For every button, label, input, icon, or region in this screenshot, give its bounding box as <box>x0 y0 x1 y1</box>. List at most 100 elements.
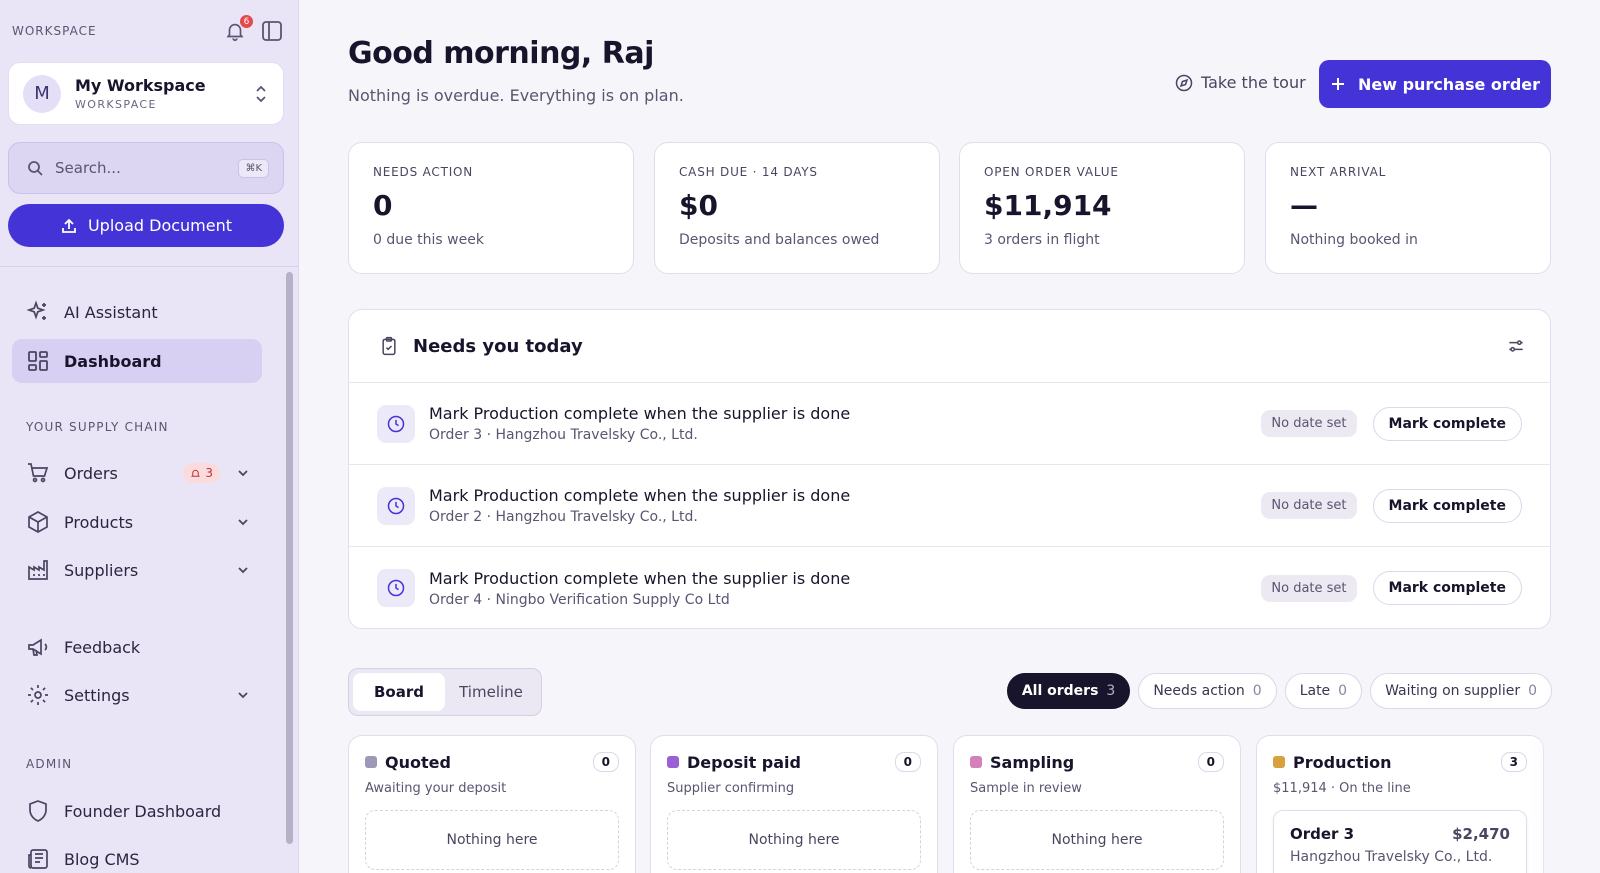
sidebar-top-bar: WORKSPACE 6 <box>12 14 284 44</box>
needs-you-today-panel: Needs you today Mark Production complete… <box>348 309 1551 629</box>
search-shortcut: ⌘K <box>238 158 269 178</box>
compass-icon <box>1175 74 1201 92</box>
upload-icon <box>60 217 78 235</box>
shield-icon <box>26 799 50 823</box>
mark-complete-button[interactable]: Mark complete <box>1372 571 1522 605</box>
board-column-deposit-paid: Deposit paid 0 Supplier confirming Nothi… <box>650 735 938 873</box>
sidebar: WORKSPACE 6 M My Workspace WORKSPACE Sea… <box>0 0 299 873</box>
gear-icon <box>26 683 50 707</box>
column-subtitle: Sample in review <box>970 781 1082 796</box>
filter-waiting-on-supplier[interactable]: Waiting on supplier 0 <box>1370 673 1552 709</box>
order-card[interactable]: Order 3 $2,470 Hangzhou Travelsky Co., L… <box>1273 810 1527 873</box>
stat-card-needs-action: NEEDS ACTION 0 0 due this week <box>348 142 634 274</box>
task-subtitle: Order 3 · Hangzhou Travelsky Co., Ltd. <box>429 427 698 443</box>
page-subtitle: Nothing is overdue. Everything is on pla… <box>348 86 684 105</box>
sidebar-item-settings[interactable]: Settings <box>12 673 262 717</box>
tab-timeline[interactable]: Timeline <box>445 673 537 711</box>
sidebar-item-orders[interactable]: Orders 3 <box>12 451 262 495</box>
task-date-badge: No date set <box>1261 410 1357 437</box>
workspace-section-label: WORKSPACE <box>12 24 97 38</box>
order-filters: All orders 3 Needs action 0 Late 0 Waiti… <box>999 673 1552 709</box>
factory-icon <box>26 558 50 582</box>
plus-icon <box>1330 76 1358 92</box>
sidebar-item-label: Products <box>64 512 134 532</box>
upload-document-label: Upload Document <box>87 216 233 235</box>
board-column-quoted: Quoted 0 Awaiting your deposit Nothing h… <box>348 735 636 873</box>
column-count: 3 <box>1500 752 1527 772</box>
chevron-down-icon[interactable] <box>236 688 250 702</box>
sidebar-item-label: Blog CMS <box>64 849 140 869</box>
take-tour-link[interactable]: Take the tour <box>1175 73 1306 92</box>
filter-count: 0 <box>1252 683 1262 699</box>
task-title: Mark Production complete when the suppli… <box>429 404 851 423</box>
clock-icon <box>377 569 415 607</box>
task-title: Mark Production complete when the suppli… <box>429 486 851 505</box>
chevron-down-icon[interactable] <box>236 563 250 577</box>
stat-value: $0 <box>679 189 718 222</box>
filter-all-orders[interactable]: All orders 3 <box>1006 673 1131 709</box>
empty-state: Nothing here <box>970 810 1224 870</box>
chevron-down-icon[interactable] <box>236 466 250 480</box>
clock-icon <box>377 486 415 525</box>
filter-count: 0 <box>1528 683 1537 699</box>
workspace-switcher[interactable]: M My Workspace WORKSPACE <box>8 62 284 125</box>
filter-late[interactable]: Late 0 <box>1284 673 1363 709</box>
new-purchase-order-label: New purchase order <box>1357 74 1541 94</box>
clock-icon <box>377 404 415 443</box>
panel-title: Needs you today <box>413 335 583 357</box>
board-column-production: Production 3 $11,914 · On the line Order… <box>1256 735 1544 873</box>
panel-header: Needs you today <box>349 310 1550 383</box>
grid-icon <box>26 349 50 373</box>
search-placeholder: Search... <box>55 159 121 177</box>
stat-sub: Deposits and balances owed <box>679 232 880 248</box>
filter-sliders-icon[interactable] <box>1506 336 1526 356</box>
sidebar-item-label: Dashboard <box>64 351 162 371</box>
filter-label: Waiting on supplier <box>1385 683 1521 699</box>
workspace-type: WORKSPACE <box>75 98 157 111</box>
column-title: Production <box>1293 752 1392 772</box>
stat-sub: Nothing booked in <box>1290 232 1418 248</box>
sidebar-item-products[interactable]: Products <box>12 500 262 544</box>
sidebar-item-label: Orders <box>64 463 118 483</box>
stat-card-next-arrival: NEXT ARRIVAL — Nothing booked in <box>1265 142 1551 274</box>
sidebar-item-label: Feedback <box>64 637 141 657</box>
stat-sub: 3 orders in flight <box>984 232 1100 248</box>
order-number: Order 3 <box>1290 825 1355 843</box>
stat-label: NEXT ARRIVAL <box>1290 165 1387 179</box>
page-title: Good morning, Raj <box>348 36 654 71</box>
new-purchase-order-button[interactable]: New purchase order <box>1319 60 1551 108</box>
sidebar-item-feedback[interactable]: Feedback <box>12 625 262 669</box>
workspace-name: My Workspace <box>75 76 206 95</box>
workspace-avatar: M <box>23 74 61 113</box>
sidebar-toggle-icon[interactable] <box>260 19 284 43</box>
sidebar-item-founder-dashboard[interactable]: Founder Dashboard <box>12 789 262 833</box>
main-content: Good morning, Raj Nothing is overdue. Ev… <box>299 0 1600 873</box>
supply-chain-section-label: YOUR SUPPLY CHAIN <box>26 420 169 434</box>
tab-board[interactable]: Board <box>353 673 445 711</box>
sidebar-item-dashboard[interactable]: Dashboard <box>12 339 262 383</box>
megaphone-icon <box>26 635 50 659</box>
mark-complete-button[interactable]: Mark complete <box>1372 406 1522 441</box>
box-icon <box>26 510 50 534</box>
search-input[interactable]: Search... ⌘K <box>8 142 284 194</box>
stat-sub: 0 due this week <box>373 232 484 248</box>
filter-needs-action[interactable]: Needs action 0 <box>1138 673 1277 709</box>
orders-alert-count: 3 <box>205 466 213 480</box>
bell-icon[interactable]: 6 <box>224 14 254 42</box>
upload-document-button[interactable]: Upload Document <box>8 204 284 247</box>
filter-label: Late <box>1299 683 1331 699</box>
sidebar-item-blog-cms[interactable]: Blog CMS <box>12 837 262 873</box>
notification-badge: 6 <box>239 14 254 29</box>
sidebar-item-suppliers[interactable]: Suppliers <box>12 548 262 592</box>
empty-state: Nothing here <box>667 810 921 870</box>
stat-label: CASH DUE · 14 DAYS <box>679 165 818 179</box>
chevron-down-icon[interactable] <box>236 515 250 529</box>
sidebar-scrollbar[interactable] <box>286 272 293 844</box>
stat-label: NEEDS ACTION <box>373 165 474 179</box>
stage-color-dot <box>667 756 679 768</box>
newspaper-icon <box>26 847 50 871</box>
mark-complete-button[interactable]: Mark complete <box>1372 488 1522 523</box>
stat-value: 0 <box>373 189 393 222</box>
stat-value: — <box>1290 189 1318 222</box>
sidebar-item-ai-assistant[interactable]: AI Assistant <box>12 290 262 334</box>
